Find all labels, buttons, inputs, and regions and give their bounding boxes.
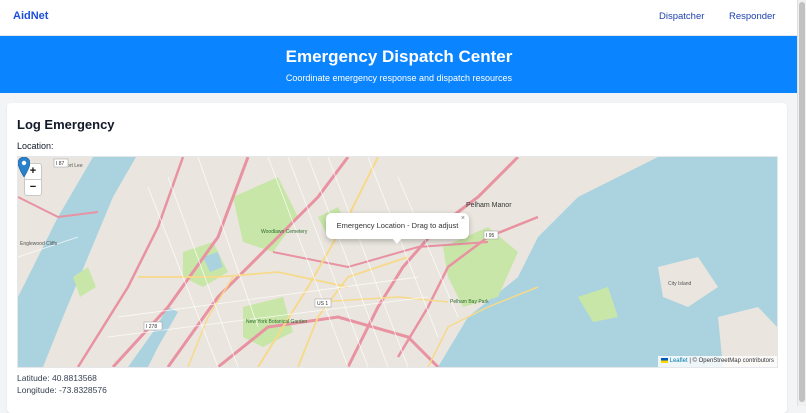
brand-logo[interactable]: AidNet	[13, 10, 48, 22]
map-label-botanical-garden: New York Botanical Garden	[246, 319, 307, 325]
latitude-readout: Latitude: 40.8813568	[17, 373, 97, 383]
map-label-woodlawn: Woodlawn Cemetery	[261, 229, 308, 235]
page-title: Emergency Dispatch Center	[285, 47, 513, 66]
map-label-pelham-manor: Pelham Manor	[466, 202, 512, 209]
popup-text: Emergency Location - Drag to adjust	[336, 221, 459, 230]
osm-attribution-text: | © OpenStreetMap contributors	[689, 358, 774, 364]
leaflet-link[interactable]: Leaflet	[670, 358, 688, 364]
log-emergency-card: Log Emergency Location: Pelham Manor Woo…	[7, 103, 787, 413]
section-heading: Log Emergency	[17, 117, 115, 132]
page-subtitle: Coordinate emergency response and dispat…	[285, 73, 513, 83]
map-label-city-island: City Island	[668, 281, 692, 287]
road-shield-us1: US 1	[317, 301, 328, 307]
zoom-out-button[interactable]: −	[25, 180, 41, 195]
map-label-pelham-bay-park: Pelham Bay Park	[450, 299, 489, 305]
location-label: Location:	[17, 141, 54, 151]
marker-popup: Emergency Location - Drag to adjust ×	[326, 213, 469, 244]
nav-link-responder[interactable]: Responder	[729, 11, 775, 22]
road-shield-i95: I 95	[486, 233, 495, 239]
popup-close-button[interactable]: ×	[461, 215, 465, 222]
longitude-readout: Longitude: -73.8328576	[17, 385, 107, 395]
page-scrollbar[interactable]	[797, 0, 806, 406]
nav-link-dispatcher[interactable]: Dispatcher	[659, 11, 704, 22]
map-label-englewood: Englewood Cliffs	[20, 241, 58, 247]
scrollbar-thumb[interactable]	[799, 2, 805, 402]
top-navbar: AidNet Dispatcher Responder	[0, 0, 798, 36]
ukraine-flag-icon	[660, 357, 668, 363]
location-pin-icon[interactable]	[18, 157, 30, 177]
hero-banner: Emergency Dispatch Center Coordinate eme…	[0, 36, 798, 93]
road-shield-i278: I 278	[146, 324, 157, 330]
location-map[interactable]: Pelham Manor Woodlawn Cemetery Englewood…	[17, 156, 778, 368]
popup-tip	[392, 238, 402, 244]
map-tiles: Pelham Manor Woodlawn Cemetery Englewood…	[18, 157, 777, 367]
map-attribution: Leaflet | © OpenStreetMap contributors	[657, 356, 777, 367]
road-shield-i87: I 87	[56, 161, 65, 167]
